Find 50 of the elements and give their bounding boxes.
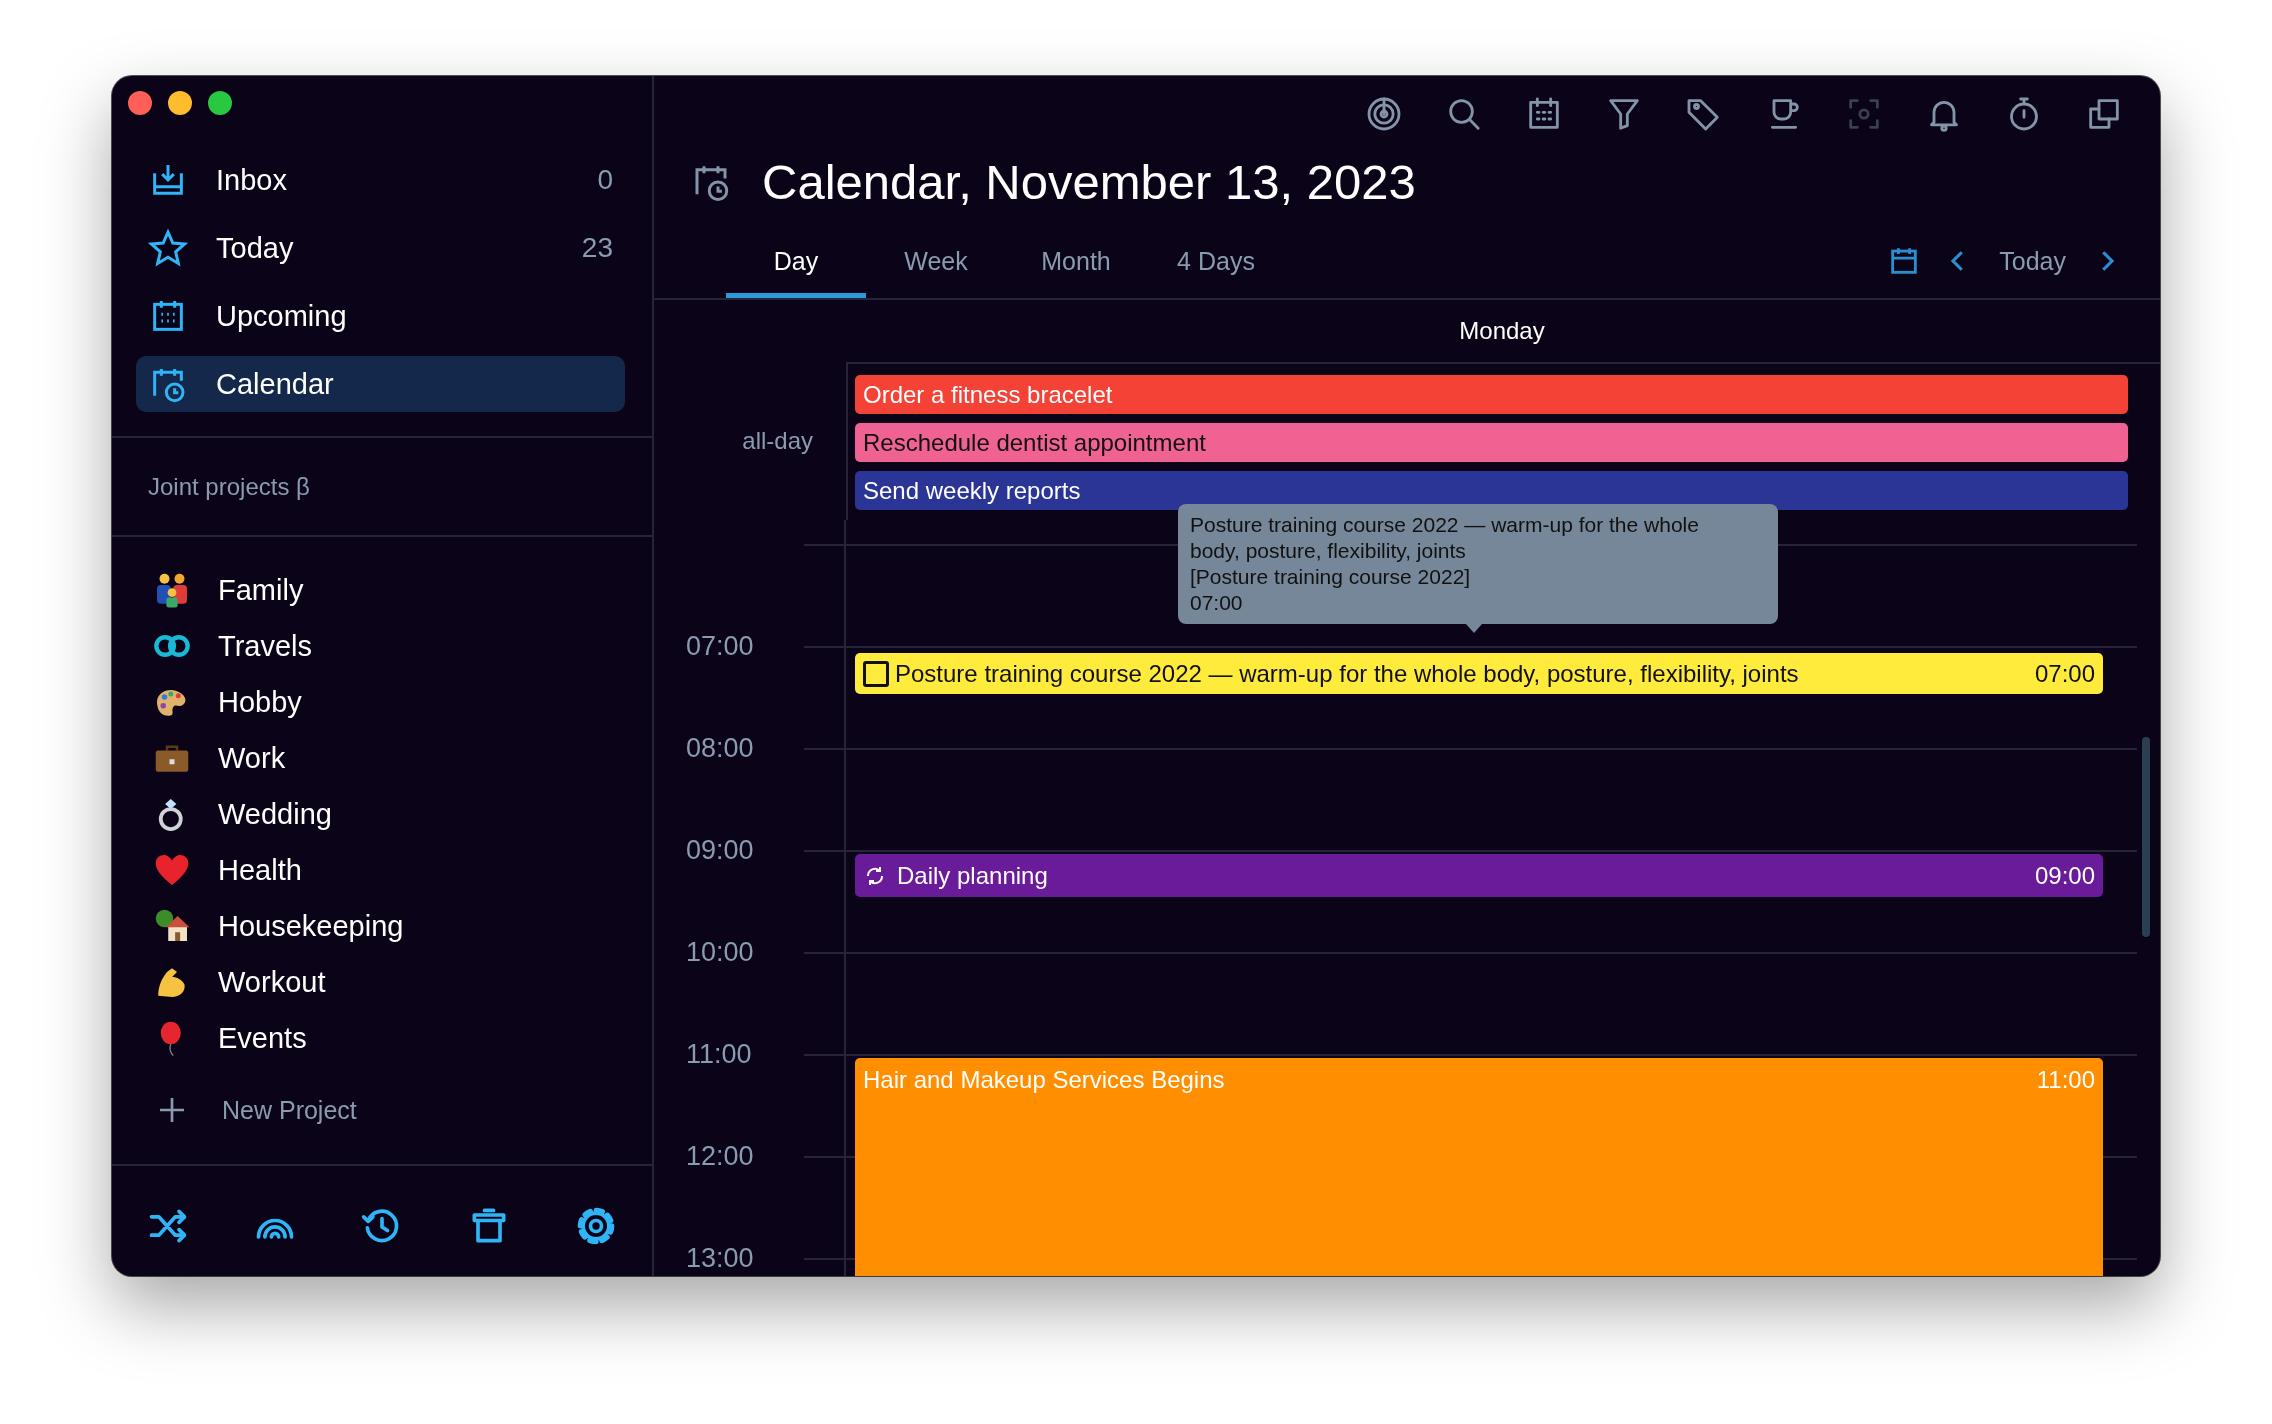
- event-time: 09:00: [2034, 861, 2095, 890]
- all-day-label: all-day: [742, 427, 813, 455]
- sidebar-item[interactable]: Upcoming: [136, 288, 625, 344]
- project-item[interactable]: Hobby: [136, 674, 628, 730]
- sidebar-item[interactable]: Calendar: [136, 356, 625, 412]
- project-item[interactable]: Work: [136, 730, 628, 786]
- project-item[interactable]: Events: [136, 1010, 628, 1066]
- all-day-event[interactable]: Order a fitness bracelet: [855, 375, 2128, 414]
- event-time: 11:00: [2036, 1066, 2095, 1094]
- event-title: Daily planning: [897, 861, 1048, 890]
- page-title: Calendar, November 13, 2023: [762, 154, 1416, 210]
- project-item[interactable]: Wedding: [136, 786, 628, 842]
- sidebar-item[interactable]: Today 23: [136, 220, 625, 276]
- minimize-button[interactable]: [168, 91, 192, 115]
- hour-label: 07:00: [686, 631, 754, 661]
- event-time: 07:00: [2034, 659, 2095, 688]
- tab[interactable]: Month: [1006, 216, 1146, 298]
- project-item[interactable]: Family: [136, 562, 628, 618]
- project-item[interactable]: Travels: [136, 618, 628, 674]
- all-day-event[interactable]: Reschedule dentist appointment: [855, 423, 2128, 462]
- today-button[interactable]: Today: [1999, 216, 2066, 298]
- sidebar-item[interactable]: Inbox 0: [136, 152, 625, 208]
- project-item[interactable]: Health: [136, 842, 628, 898]
- all-day-event[interactable]: Send weekly reports: [855, 471, 2128, 510]
- zoom-button[interactable]: [208, 91, 232, 115]
- day-header: Monday: [1459, 317, 1545, 345]
- event-title: Hair and Makeup Services Begins: [863, 1066, 1225, 1094]
- section-title: Joint projects β: [148, 472, 310, 501]
- event-title: Posture training course 2022 — warm-up for the whole body, posture, flexibility, joints: [895, 659, 1799, 688]
- event-block[interactable]: Daily planning 09:00: [855, 854, 2103, 897]
- hour-label: 08:00: [686, 733, 754, 763]
- tooltip-time: 07:00: [1190, 590, 1243, 616]
- hour-label: 12:00: [686, 1141, 754, 1171]
- event-block[interactable]: Posture training course 2022 — warm-up for the whole body, posture, flexibility, joints 07:00: [855, 653, 2103, 694]
- hour-label: 09:00: [686, 835, 754, 865]
- tab[interactable]: Week: [866, 216, 1006, 298]
- hour-label: 13:00: [686, 1243, 754, 1273]
- project-item[interactable]: Workout: [136, 954, 628, 1010]
- tab[interactable]: 4 Days: [1146, 216, 1286, 298]
- close-button[interactable]: [128, 91, 152, 115]
- tooltip-title: Posture training course 2022 — warm-up for the whole body, posture, flexibility, joints: [1190, 512, 1700, 564]
- hour-label: 11:00: [686, 1039, 752, 1069]
- checkbox[interactable]: [863, 660, 889, 687]
- project-item[interactable]: Housekeeping: [136, 898, 628, 954]
- hour-label: 10:00: [686, 937, 754, 967]
- scrollbar[interactable]: [2142, 737, 2150, 937]
- star-icon: [148, 228, 188, 268]
- new-project-button[interactable]: New Project: [136, 1082, 628, 1138]
- tooltip-project: [Posture training course 2022]: [1190, 564, 1471, 590]
- tab[interactable]: Day: [726, 216, 866, 298]
